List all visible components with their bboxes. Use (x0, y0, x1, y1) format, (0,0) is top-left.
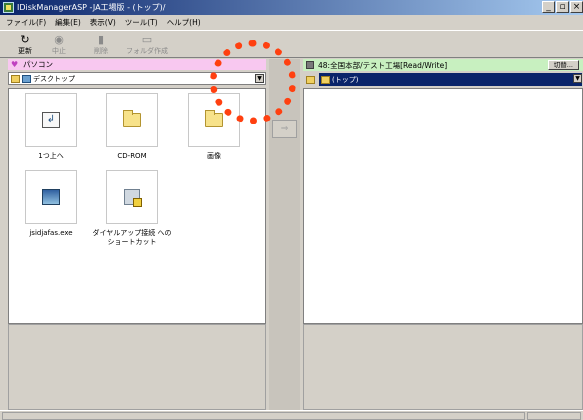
exe-icon (42, 189, 60, 205)
local-detail-pane (8, 324, 266, 410)
menu-bar: ファイル(F) 編集(E) 表示(V) ツール(T) ヘルプ(H) (0, 15, 583, 29)
file-item-label: jsidjafas.exe (29, 229, 73, 237)
up-folder-icon: ↲ (42, 112, 60, 128)
file-item[interactable]: ↲ 1つ上へ (16, 93, 86, 161)
refresh-button[interactable]: ↻ 更新 (8, 31, 42, 58)
file-item-label: ダイヤルアップ接続 への ショートカット (92, 229, 172, 246)
status-segment (527, 412, 581, 420)
stop-label: 中止 (52, 46, 66, 55)
server-location-field[interactable]: (トップ) (319, 73, 582, 86)
delete-label: 削除 (94, 46, 108, 55)
new-folder-icon: ▭ (141, 33, 153, 46)
server-file-list (303, 88, 583, 324)
transfer-button[interactable]: ⇒ (272, 120, 297, 138)
menu-help[interactable]: ヘルプ(H) (167, 17, 201, 28)
stop-button[interactable]: ◉ 中止 (42, 31, 76, 58)
file-item-label: 画像 (207, 152, 221, 160)
title-bar: IDiskManagerASP -JA工場版 - (トップ)/ _ ▫ × (0, 0, 583, 15)
server-detail-pane (303, 324, 583, 410)
file-item-thumb (25, 170, 77, 224)
folder-icon (123, 110, 141, 127)
server-pane-title: 48:全国本部/テスト工場[Read/Write] (318, 60, 448, 70)
file-item-thumb: ↲ (25, 93, 77, 147)
delete-button[interactable]: ▮ 削除 (84, 31, 118, 58)
highlight-circle (210, 40, 296, 124)
app-icon (3, 2, 14, 13)
status-bar (0, 410, 583, 420)
new-folder-button[interactable]: ▭ フォルダ作成 (118, 31, 176, 58)
status-segment (2, 412, 525, 420)
folder-icon (11, 74, 20, 83)
folder-icon (205, 110, 223, 127)
file-item-thumb (106, 93, 158, 147)
server-location-value: (トップ) (332, 75, 359, 84)
file-item[interactable]: CD-ROM (97, 93, 167, 161)
local-pane-title: パソコン (23, 60, 53, 69)
server-location-combo[interactable]: (トップ) ▼ (303, 73, 583, 86)
switch-button[interactable]: 切替... (547, 60, 579, 70)
local-file-list: ↲ 1つ上へ CD-ROM 画像 jsidjafas.exe ダイヤルアップ接続… (8, 88, 266, 324)
folder-icon (306, 75, 315, 84)
chevron-down-icon[interactable]: ▼ (573, 74, 582, 83)
refresh-icon: ↻ (20, 33, 30, 46)
minimize-button[interactable]: _ (542, 1, 555, 13)
close-button[interactable]: × (570, 1, 583, 13)
new-folder-label: フォルダ作成 (126, 46, 168, 55)
file-item-label: 1つ上へ (38, 152, 64, 160)
window-title: IDiskManagerASP -JA工場版 - (トップ)/ (17, 3, 166, 12)
menu-edit[interactable]: 編集(E) (55, 17, 81, 28)
pc-icon: ♥ (11, 59, 19, 69)
desktop-icon (22, 74, 31, 83)
server-icon (306, 61, 314, 69)
refresh-label: 更新 (18, 46, 32, 55)
file-item[interactable]: ダイヤルアップ接続 への ショートカット (89, 170, 175, 247)
maximize-button[interactable]: ▫ (556, 1, 569, 13)
window-controls: _ ▫ × (542, 1, 583, 13)
menu-tools[interactable]: ツール(T) (125, 17, 158, 28)
shortcut-icon (124, 189, 142, 207)
file-item[interactable]: jsidjafas.exe (16, 170, 86, 238)
toolbar: ↻ 更新 ◉ 中止 ▮ 削除 ▭ フォルダ作成 (0, 30, 583, 58)
menu-file[interactable]: ファイル(F) (6, 17, 46, 28)
file-item-thumb (106, 170, 158, 224)
folder-icon (321, 75, 330, 84)
local-location-value: デスクトップ (33, 74, 75, 83)
stop-icon: ◉ (54, 33, 64, 46)
menu-view[interactable]: 表示(V) (90, 17, 116, 28)
file-item-label: CD-ROM (117, 152, 147, 160)
server-pane-header: 48:全国本部/テスト工場[Read/Write] 切替... (303, 59, 583, 71)
delete-icon: ▮ (97, 33, 105, 46)
